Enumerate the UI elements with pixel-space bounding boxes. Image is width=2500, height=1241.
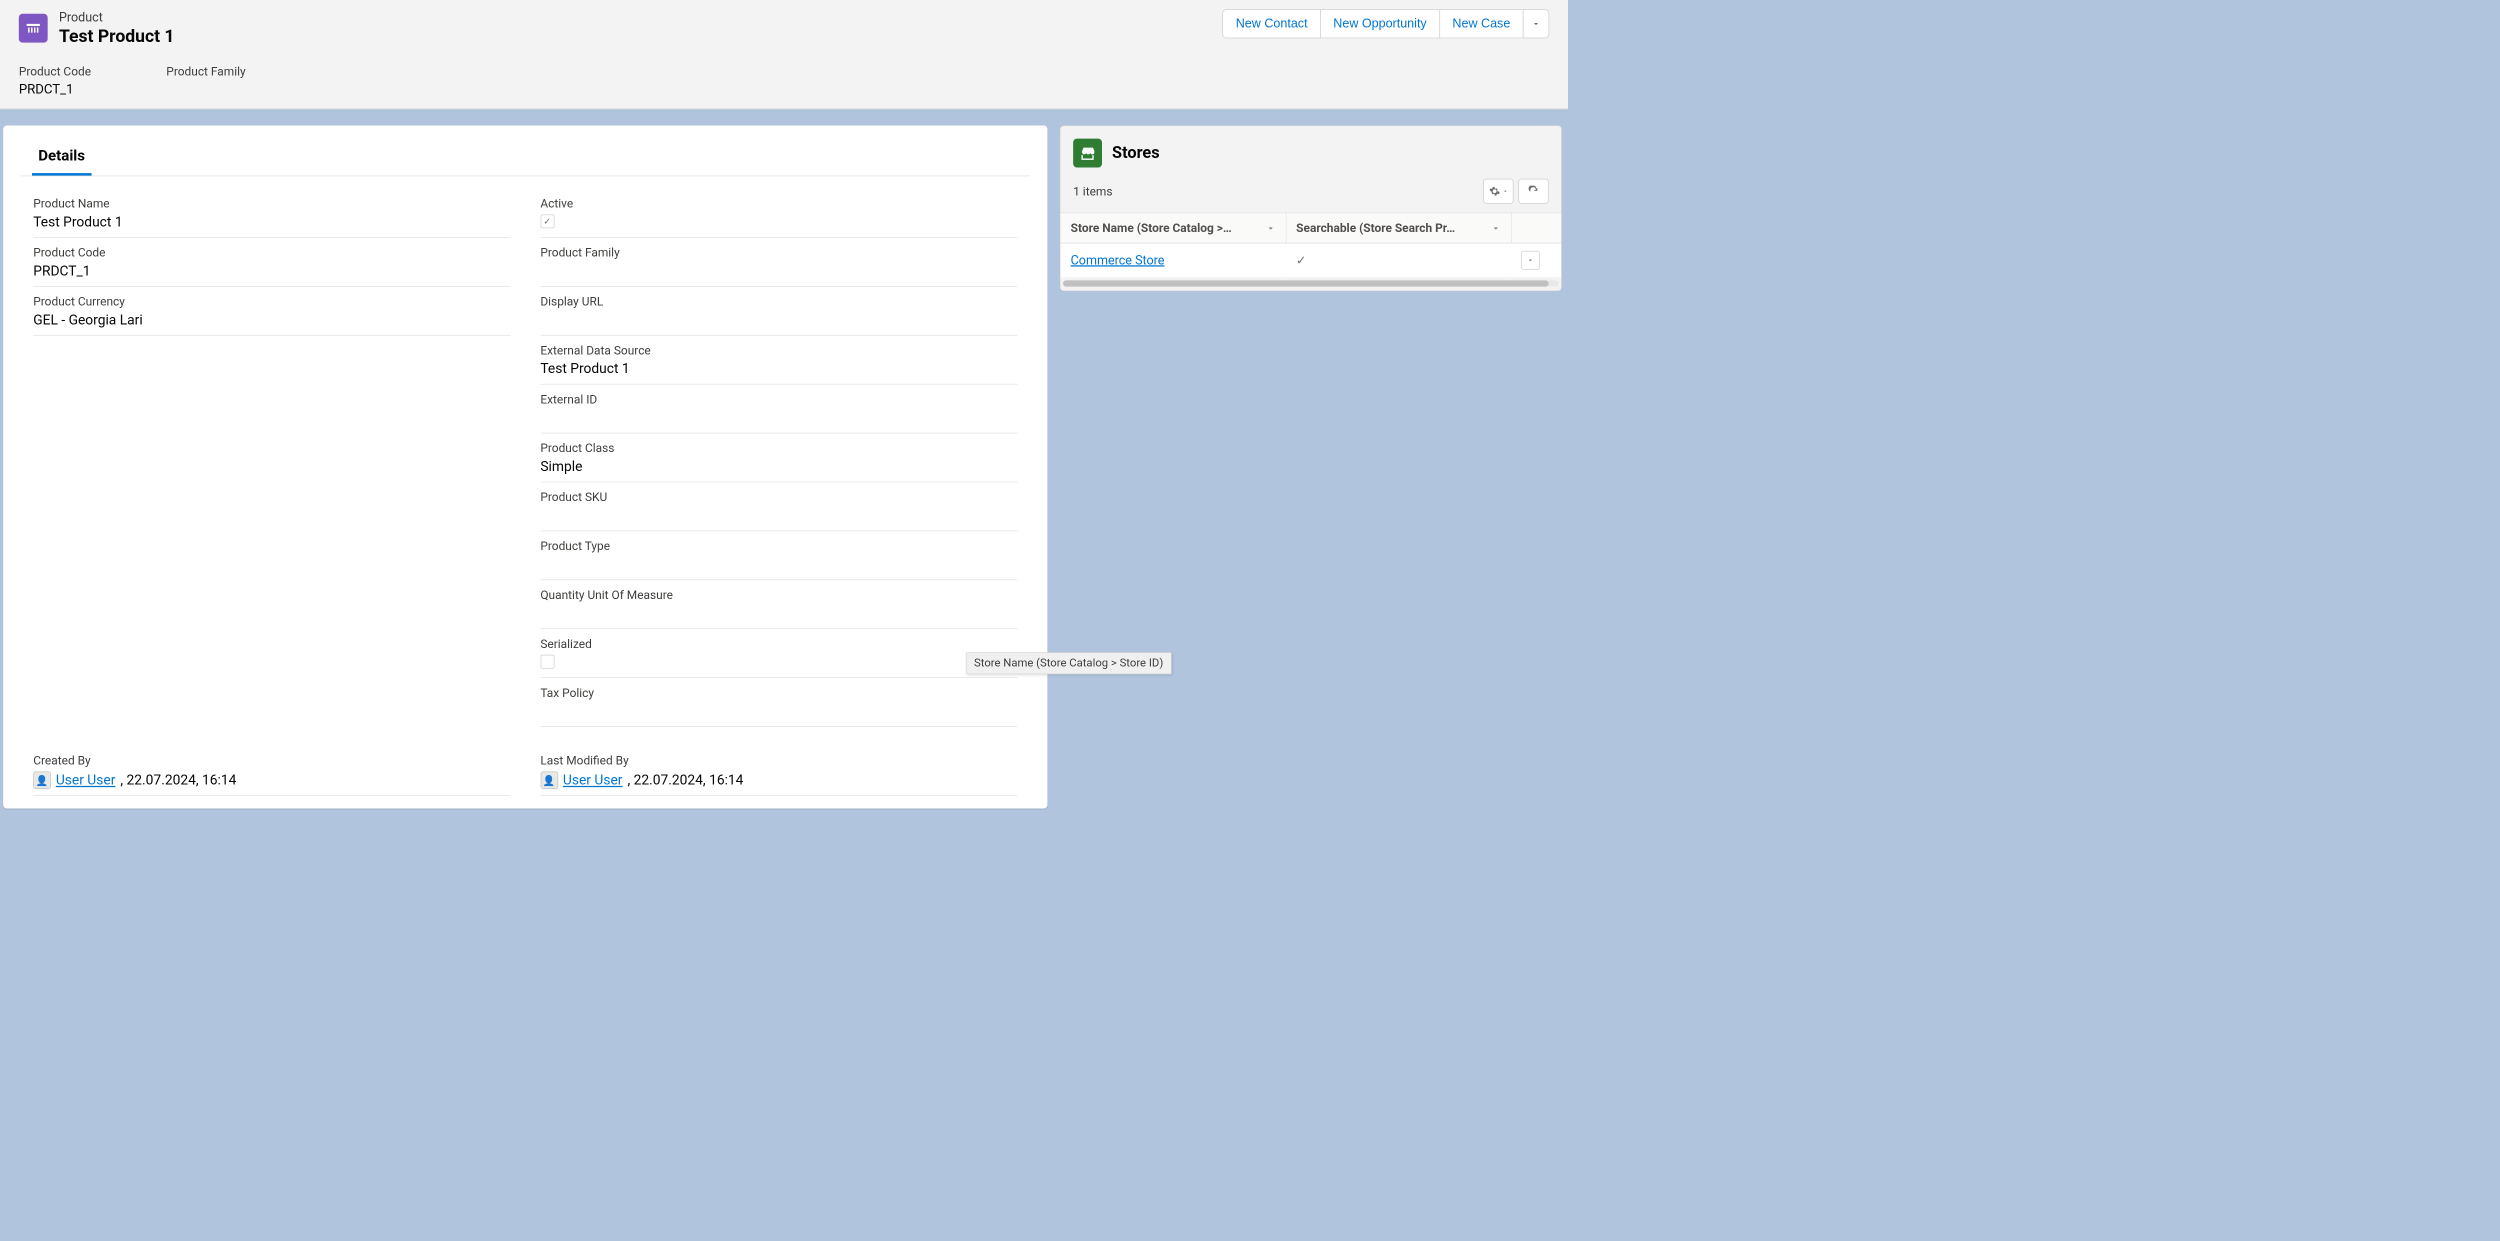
record-header: Product Test Product 1 New Contact New O… — [0, 0, 1568, 109]
field-label: Product Code — [19, 64, 91, 78]
store-name-link[interactable]: Commerce Store — [1071, 253, 1165, 268]
more-actions-dropdown[interactable] — [1523, 9, 1549, 38]
table-row: Commerce Store ✓ — [1061, 243, 1562, 277]
searchable-check-icon: ✓ — [1286, 243, 1511, 277]
field-active: Active — [540, 189, 1017, 238]
field-tax-policy: Tax Policy — [540, 678, 1017, 727]
field-external-data-source: External Data Source Test Product 1 — [540, 336, 1017, 385]
horizontal-scrollbar[interactable] — [1063, 280, 1558, 286]
details-card: Details Product Name Test Product 1 Acti… — [3, 125, 1047, 808]
entity-type-label: Product — [59, 9, 175, 24]
column-header-store-name[interactable]: Store Name (Store Catalog >… — [1061, 213, 1286, 243]
serialized-checkbox — [540, 655, 554, 669]
field-serialized: Serialized — [540, 629, 1017, 678]
field-product-type: Product Type — [540, 531, 1017, 580]
field-product-code: Product Code PRDCT_1 — [33, 238, 510, 287]
header-field-product-family: Product Family — [166, 64, 245, 97]
column-header-searchable[interactable]: Searchable (Store Search Pr… — [1286, 213, 1511, 243]
column-header-actions — [1511, 213, 1561, 243]
header-action-bar: New Contact New Opportunity New Case — [1223, 9, 1549, 38]
store-icon — [1073, 139, 1102, 168]
field-product-sku: Product SKU — [540, 482, 1017, 531]
stores-related-list: Stores 1 items — [1060, 125, 1562, 291]
list-settings-button[interactable] — [1483, 179, 1513, 204]
new-case-button[interactable]: New Case — [1439, 9, 1523, 38]
field-product-name: Product Name Test Product 1 — [33, 189, 510, 238]
row-actions-menu[interactable] — [1521, 251, 1540, 270]
entity-title: Test Product 1 — [59, 26, 175, 47]
product-icon — [19, 13, 48, 42]
created-by-date: , 22.07.2024, 16:14 — [120, 772, 236, 788]
stores-table: Store Name (Store Catalog >… Searchable … — [1061, 213, 1562, 278]
last-modified-by-user-link[interactable]: User User — [563, 772, 623, 788]
field-created-by: Created By 👤 User User , 22.07.2024, 16:… — [33, 746, 510, 796]
last-modified-by-date: , 22.07.2024, 16:14 — [627, 772, 743, 788]
new-opportunity-button[interactable]: New Opportunity — [1320, 9, 1440, 38]
field-external-id: External ID — [540, 384, 1017, 433]
field-display-url: Display URL — [540, 287, 1017, 336]
field-product-class: Product Class Simple — [540, 433, 1017, 482]
items-count: 1 items — [1073, 184, 1112, 198]
avatar-icon: 👤 — [33, 771, 51, 789]
field-product-currency: Product Currency GEL - Georgia Lari — [33, 287, 510, 336]
tabs-bar: Details — [21, 135, 1030, 176]
avatar-icon: 👤 — [540, 771, 558, 789]
active-checkbox — [540, 215, 554, 229]
tab-details[interactable]: Details — [32, 135, 91, 175]
related-title: Stores — [1112, 144, 1160, 163]
created-by-user-link[interactable]: User User — [56, 772, 116, 788]
field-product-family: Product Family — [540, 238, 1017, 287]
refresh-button[interactable] — [1518, 179, 1548, 204]
field-value: PRDCT_1 — [19, 82, 91, 97]
header-field-product-code: Product Code PRDCT_1 — [19, 64, 91, 97]
field-label: Product Family — [166, 64, 245, 78]
field-quantity-uom: Quantity Unit Of Measure — [540, 580, 1017, 629]
tooltip: Store Name (Store Catalog > Store ID) — [966, 652, 1172, 674]
new-contact-button[interactable]: New Contact — [1223, 9, 1321, 38]
field-last-modified-by: Last Modified By 👤 User User , 22.07.202… — [540, 746, 1017, 796]
